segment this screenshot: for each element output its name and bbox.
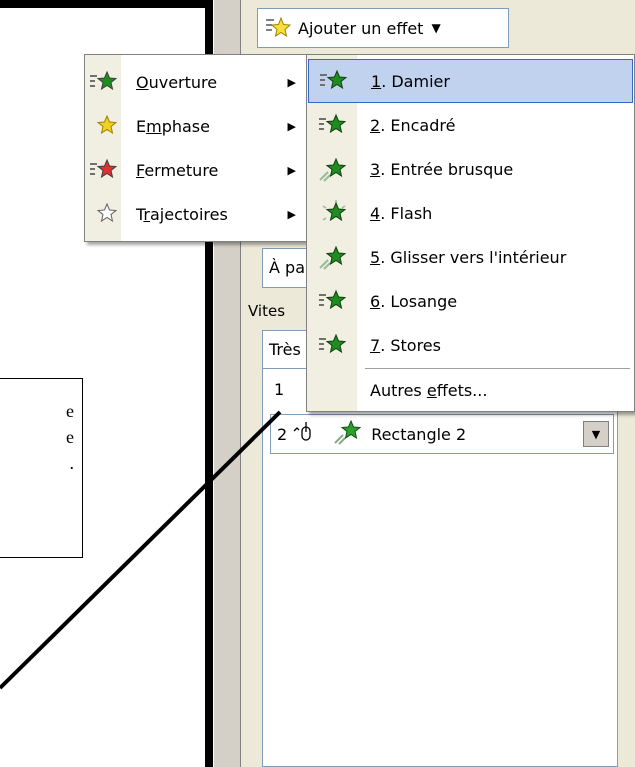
submenu-arrow-icon: ▶ — [287, 163, 296, 177]
menu-item-effect[interactable]: 3. Entrée brusque — [308, 147, 633, 191]
box-effect-icon — [308, 112, 356, 138]
add-effect-star-icon — [264, 14, 292, 42]
list-row-label: Rectangle 2 — [371, 424, 467, 444]
callout-line-3: . — [69, 453, 75, 473]
exit-star-icon — [86, 157, 120, 183]
fly-in-effect-icon — [308, 156, 356, 182]
menu-item-effect[interactable]: 5. Glisser vers l'intérieur — [308, 235, 633, 279]
emphasis-star-icon — [86, 113, 120, 139]
speed-label: Vites — [248, 302, 286, 320]
menu-item-label: 4. Flash — [370, 203, 433, 223]
list-row-number: 2 — [277, 424, 288, 444]
diamond-effect-icon — [308, 288, 356, 314]
slide-border — [0, 0, 212, 8]
menu-item-category[interactable]: Trajectoires ▶ — [86, 191, 310, 237]
menu-separator — [365, 368, 630, 369]
menu-item-label: Autres effets... — [370, 380, 488, 400]
menu-item-label: 3. Entrée brusque — [370, 159, 514, 179]
menu-item-category[interactable]: Fermeture ▶ — [86, 147, 310, 193]
add-effect-button[interactable]: Ajouter un effet ▼ — [257, 8, 509, 48]
menu-item-category[interactable]: Ouverture ▶ — [86, 59, 310, 105]
effect-category-menu: Ouverture ▶ Emphase ▶ Fermeture ▶ Trajectoires… — [84, 54, 312, 242]
submenu-arrow-icon: ▶ — [287, 119, 296, 133]
more-effects-menu-item[interactable]: Autres effets... — [308, 371, 633, 409]
checkerboard-effect-icon — [309, 68, 357, 94]
callout-line-1: e — [66, 401, 74, 421]
flash-effect-icon — [308, 200, 356, 226]
entrance-effects-submenu: 1. Damier 2. Encadré 3. Entrée brusque 4. F… — [306, 54, 635, 412]
add-effect-label: Ajouter un effet — [298, 18, 424, 38]
blinds-effect-icon — [308, 332, 356, 358]
submenu-arrow-icon: ▶ — [287, 207, 296, 221]
menu-item-category[interactable]: Emphase ▶ — [86, 103, 310, 149]
menu-item-effect[interactable]: 2. Encadré — [308, 103, 633, 147]
menu-item-label: Fermeture — [136, 160, 219, 180]
menu-item-label: Emphase — [136, 116, 210, 136]
menu-item-label: 5. Glisser vers l'intérieur — [370, 247, 567, 267]
crawl-in-effect-icon — [308, 244, 356, 270]
list-row-number: 1 — [274, 380, 285, 399]
menu-item-label: Ouverture — [136, 72, 218, 92]
menu-item-label: 2. Encadré — [370, 115, 456, 135]
chevron-down-icon: ▼ — [431, 21, 441, 35]
motion-path-star-icon — [86, 201, 120, 227]
callout-line-2: e — [66, 427, 74, 447]
menu-item-effect[interactable]: 1. Damier — [308, 59, 633, 103]
callout-box: e e . — [0, 378, 83, 558]
menu-item-label: 6. Losange — [370, 291, 458, 311]
menu-item-effect[interactable]: 7. Stores — [308, 323, 633, 367]
entrance-star-icon — [86, 69, 120, 95]
submenu-arrow-icon: ▶ — [287, 75, 296, 89]
row-dropdown-arrow-icon[interactable]: ▼ — [583, 421, 609, 447]
list-row-rectangle-2[interactable]: 2 Rectangle 2 ▼ — [270, 414, 614, 454]
on-click-mouse-icon — [293, 421, 315, 447]
menu-item-effect[interactable]: 4. Flash — [308, 191, 633, 235]
menu-item-effect[interactable]: 6. Losange — [308, 279, 633, 323]
menu-item-label: 7. Stores — [370, 335, 441, 355]
menu-item-label: 1. Damier — [371, 71, 450, 91]
fly-in-effect-icon — [333, 419, 362, 449]
menu-item-label: Trajectoires — [136, 204, 228, 224]
